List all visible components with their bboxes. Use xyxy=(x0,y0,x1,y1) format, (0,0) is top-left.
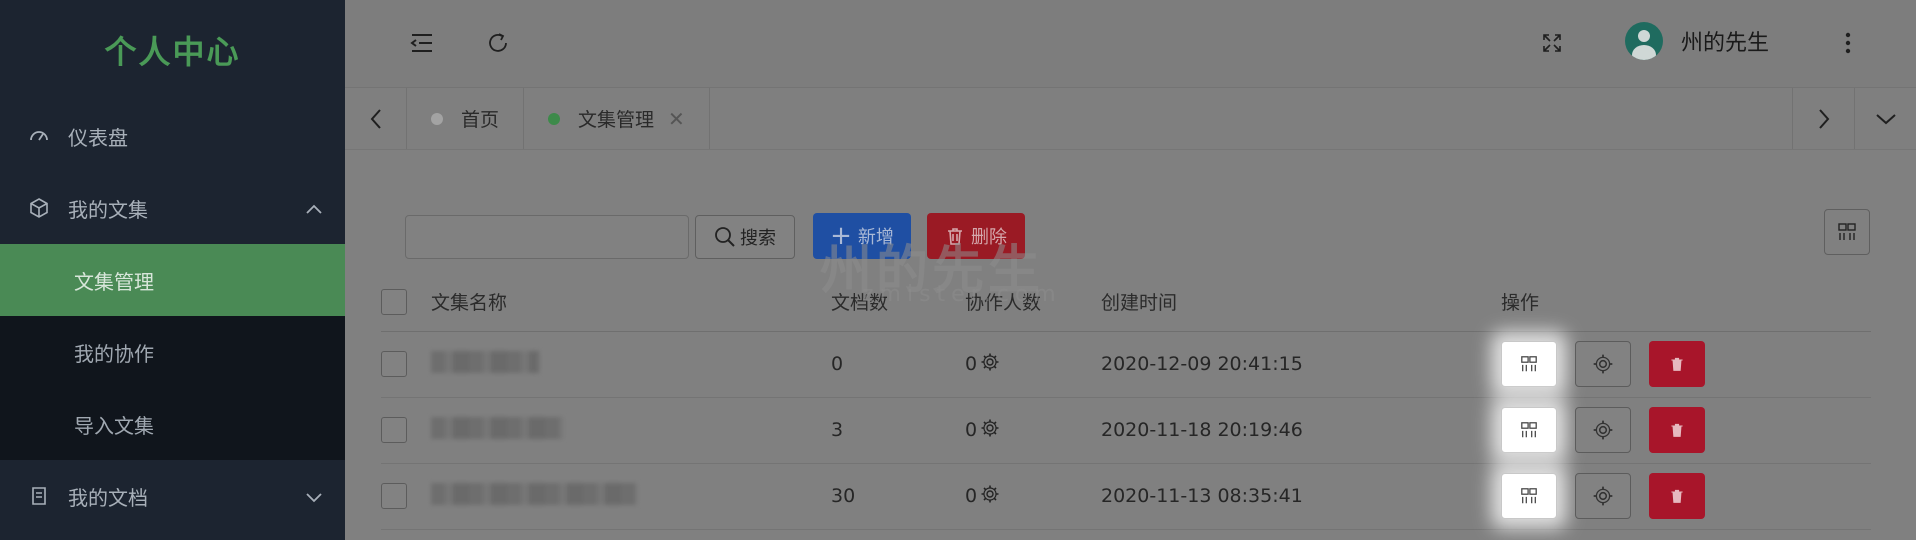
header: 州的先生 xyxy=(345,0,1916,88)
gear-icon xyxy=(1593,486,1613,506)
collection-name-blurred[interactable] xyxy=(431,416,563,439)
sidebar-item-my-docs[interactable]: 我的文档 xyxy=(0,460,345,532)
tabs-scroll-left[interactable] xyxy=(345,88,407,149)
created-time: 2020-11-13 08:35:41 xyxy=(1101,463,1501,530)
close-icon[interactable]: ✕ xyxy=(668,107,685,131)
document-icon xyxy=(28,485,50,507)
dashboard-icon xyxy=(28,125,50,147)
tab-home[interactable]: 首页 xyxy=(407,88,525,149)
sidebar-subitem-collection-manage[interactable]: 文集管理 xyxy=(0,244,345,316)
trash-icon xyxy=(1671,423,1683,437)
fullscreen-icon[interactable] xyxy=(1535,26,1569,60)
gear-icon xyxy=(1593,354,1613,374)
settings-button[interactable] xyxy=(1575,407,1631,453)
view-docs-button[interactable] xyxy=(1501,473,1557,519)
settings-button[interactable] xyxy=(1575,473,1631,519)
delete-row-button[interactable] xyxy=(1649,407,1705,453)
username: 州的先生 xyxy=(1681,31,1770,56)
collapse-menu-icon[interactable] xyxy=(405,26,439,60)
grid-icon xyxy=(1521,422,1537,438)
main-area: 州的先生 首页 文集管理 ✕ 搜索 + 新增 删除 文集名称 文档数 协作人数 … xyxy=(345,0,1916,540)
search-icon xyxy=(715,227,735,247)
sidebar-subitem-my-collab[interactable]: 我的协作 xyxy=(0,316,345,388)
header-created: 创建时间 xyxy=(1101,273,1501,332)
chevron-down-icon xyxy=(1875,113,1896,124)
sidebar-item-my-collections[interactable]: 我的文集 xyxy=(0,172,345,244)
gear-icon xyxy=(1593,420,1613,440)
header-name: 文集名称 xyxy=(431,273,831,332)
more-vertical-icon[interactable] xyxy=(1831,26,1865,60)
created-time: 2020-12-09 20:41:15 xyxy=(1101,331,1501,398)
sidebar-item-label: 我的文档 xyxy=(68,485,148,510)
grid-icon xyxy=(1521,356,1537,372)
row-checkbox[interactable] xyxy=(381,483,407,509)
trash-icon xyxy=(1671,357,1683,371)
avatar[interactable] xyxy=(1625,22,1663,60)
table-row: 3 0 2020-11-18 20:19:46 xyxy=(381,397,1871,464)
select-all-checkbox[interactable] xyxy=(381,288,407,315)
chevron-right-icon xyxy=(1818,108,1829,129)
table-row: 0 0 2020-12-09 20:41:15 xyxy=(381,331,1871,398)
chevron-left-icon xyxy=(370,108,381,129)
collab-count: 0 xyxy=(965,418,978,441)
sidebar-item-label: 仪表盘 xyxy=(68,125,128,150)
table-row: 30 0 2020-11-13 08:35:41 xyxy=(381,463,1871,530)
delete-row-button[interactable] xyxy=(1649,341,1705,387)
tab-status-dot xyxy=(548,112,561,125)
tab-collection-manage[interactable]: 文集管理 ✕ xyxy=(524,88,710,149)
search-button-label: 搜索 xyxy=(740,228,776,249)
trash-icon xyxy=(1671,489,1683,503)
user-menu[interactable]: 州的先生 xyxy=(1625,22,1769,60)
created-time: 2020-11-18 20:19:46 xyxy=(1101,397,1501,464)
cube-icon xyxy=(28,197,50,219)
header-ops: 操作 xyxy=(1501,273,1871,332)
delete-row-button[interactable] xyxy=(1649,473,1705,519)
collections-table: 文集名称 文档数 协作人数 创建时间 操作 0 0 2020-12-09 20:… xyxy=(381,273,1871,530)
tab-label: 首页 xyxy=(461,109,500,131)
sidebar-item-label: 我的文集 xyxy=(68,197,148,222)
view-docs-button[interactable] xyxy=(1501,407,1557,453)
refresh-icon[interactable] xyxy=(481,26,515,60)
grid-icon xyxy=(1521,488,1537,504)
row-checkbox[interactable] xyxy=(381,351,407,377)
settings-button[interactable] xyxy=(1575,341,1631,387)
table-header-row: 文集名称 文档数 协作人数 创建时间 操作 xyxy=(381,273,1871,332)
tab-label: 文集管理 xyxy=(578,109,655,131)
tabs-dropdown[interactable] xyxy=(1854,88,1916,149)
tabs-bar: 首页 文集管理 ✕ xyxy=(345,88,1916,150)
grid-icon xyxy=(1838,223,1856,240)
gear-icon[interactable] xyxy=(980,352,1000,377)
collab-count: 0 xyxy=(965,484,978,507)
gear-icon[interactable] xyxy=(980,484,1000,509)
sidebar-item-dashboard[interactable]: 仪表盘 xyxy=(0,100,345,172)
sidebar: 个人中心 仪表盘 我的文集 文集管理 我的协作 导入文集 我的文档 xyxy=(0,0,345,540)
search-button[interactable]: 搜索 xyxy=(695,215,795,259)
doc-count: 3 xyxy=(831,397,965,464)
row-checkbox[interactable] xyxy=(381,417,407,443)
collection-name-blurred[interactable] xyxy=(431,350,539,373)
sidebar-submenu: 文集管理 我的协作 导入文集 xyxy=(0,244,345,460)
gear-icon[interactable] xyxy=(980,418,1000,443)
sidebar-logo: 个人中心 xyxy=(104,33,241,71)
chevron-up-icon xyxy=(305,196,323,220)
doc-count: 0 xyxy=(831,331,965,398)
view-docs-button[interactable] xyxy=(1501,341,1557,387)
sidebar-subitem-import[interactable]: 导入文集 xyxy=(0,388,345,460)
collab-count: 0 xyxy=(965,352,978,375)
watermark-sub: zmister.com xyxy=(862,282,1062,307)
chevron-down-icon xyxy=(305,484,323,508)
collection-name-blurred[interactable] xyxy=(431,482,637,505)
column-toggle-button[interactable] xyxy=(1824,209,1870,255)
search-input[interactable] xyxy=(405,215,689,259)
doc-count: 30 xyxy=(831,463,965,530)
tabs-scroll-right[interactable] xyxy=(1792,88,1854,149)
content-panel: 搜索 + 新增 删除 文集名称 文档数 协作人数 创建时间 操作 0 0 202… xyxy=(361,165,1896,540)
toolbar: 搜索 + 新增 删除 xyxy=(405,209,1896,261)
tab-status-dot xyxy=(431,112,443,125)
